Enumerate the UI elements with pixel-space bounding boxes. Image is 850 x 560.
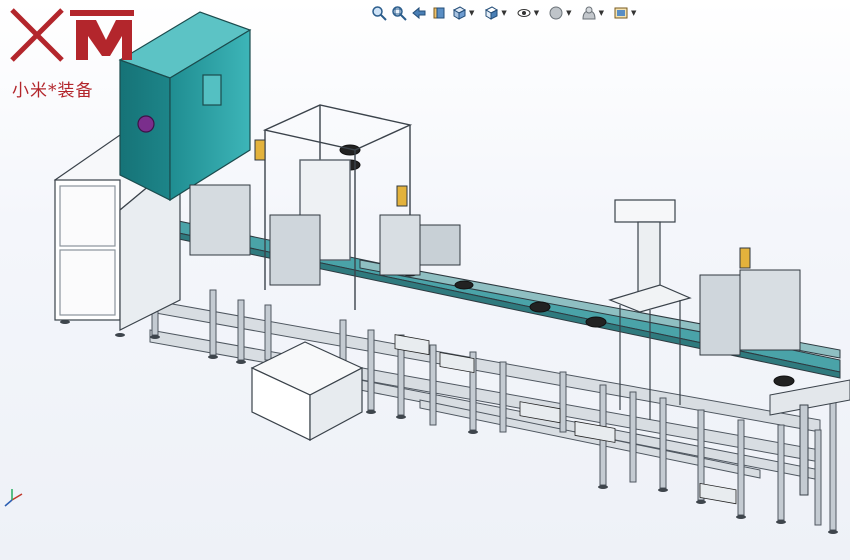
process-stations <box>189 139 801 356</box>
brand-text: 小米*装备 <box>12 81 94 101</box>
xm-logo-icon <box>10 8 134 62</box>
edit-appearance-button[interactable] <box>547 4 565 22</box>
zoom-fit-icon <box>372 6 387 21</box>
edit-appearance-dropdown-icon[interactable]: ▼ <box>566 9 571 17</box>
coordinate-triad-icon <box>4 489 23 507</box>
display-style-icon <box>485 6 499 20</box>
previous-view-button[interactable] <box>410 4 428 22</box>
view-settings-icon <box>614 7 628 19</box>
brand-watermark: 小米*装备 <box>6 6 136 101</box>
heads-up-view-toolbar: ▼ ▼ ▼ ▼ ▼ ▼ <box>370 2 642 24</box>
section-view-icon <box>433 7 445 19</box>
hide-show-dropdown-icon[interactable]: ▼ <box>534 9 539 17</box>
apply-scene-dropdown-icon[interactable]: ▼ <box>599 9 604 17</box>
graphics-area[interactable]: 小米*装备 ▼ ▼ ▼ ▼ ▼ ▼ <box>0 0 850 560</box>
view-settings-button[interactable] <box>612 4 630 22</box>
apply-scene-icon <box>582 6 596 20</box>
zoom-to-area-button[interactable] <box>390 4 408 22</box>
edit-appearance-icon <box>549 6 563 20</box>
apply-scene-button[interactable] <box>580 4 598 22</box>
view-orientation-icon <box>452 6 467 20</box>
view-settings-dropdown-icon[interactable]: ▼ <box>631 9 636 17</box>
view-orientation-dropdown-icon[interactable]: ▼ <box>469 9 474 17</box>
electrical-cabinet <box>118 11 252 202</box>
display-style-dropdown-icon[interactable]: ▼ <box>501 9 506 17</box>
previous-view-icon <box>412 6 426 20</box>
view-orientation-button[interactable] <box>450 4 468 22</box>
zoom-to-fit-button[interactable] <box>370 4 388 22</box>
section-view-button[interactable] <box>430 4 448 22</box>
hide-show-icon <box>517 9 531 17</box>
display-style-button[interactable] <box>482 4 500 22</box>
zoom-area-icon <box>392 6 407 21</box>
hide-show-items-button[interactable] <box>515 4 533 22</box>
